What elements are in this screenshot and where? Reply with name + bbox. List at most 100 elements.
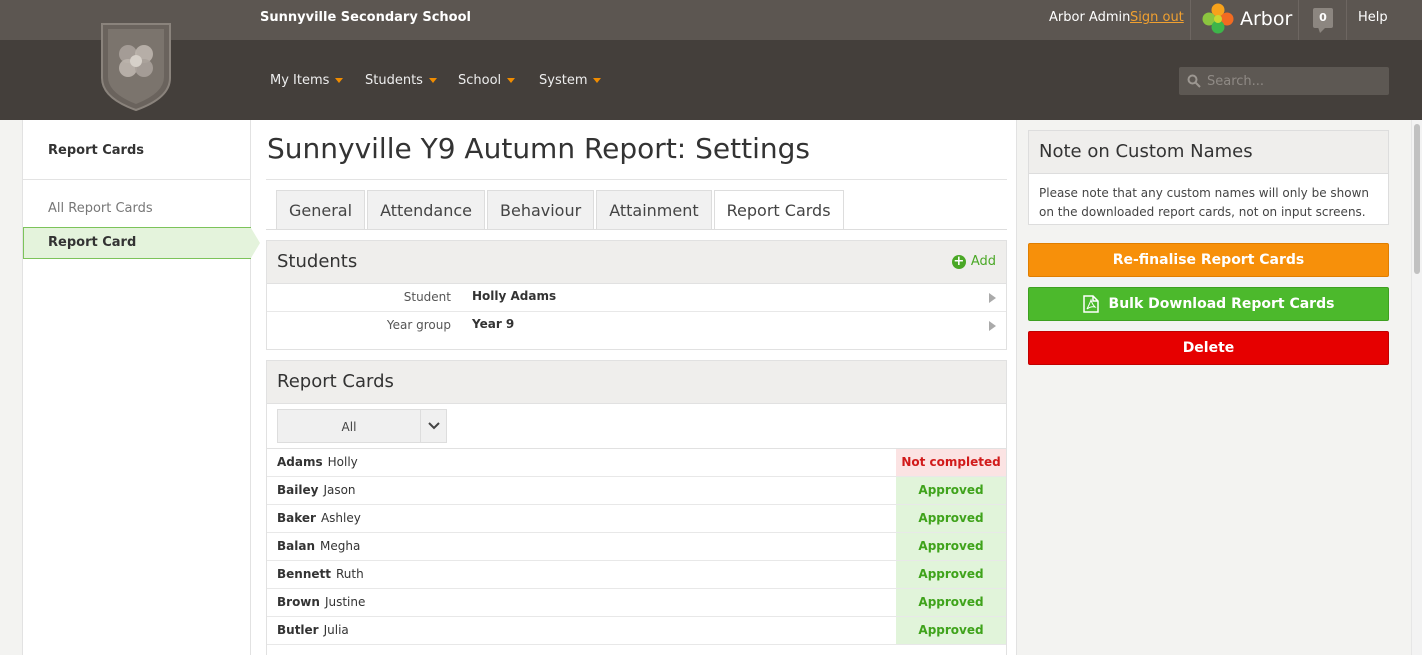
table-row[interactable]: Bennett Ruth Approved bbox=[267, 561, 1006, 589]
table-row[interactable]: Butler Julia Approved bbox=[267, 617, 1006, 645]
note-title: Note on Custom Names bbox=[1029, 131, 1388, 174]
year-group-row[interactable]: Year group Year 9 bbox=[267, 312, 1006, 340]
status-filter-select[interactable]: All bbox=[277, 409, 447, 443]
status-badge: Approved bbox=[896, 617, 1006, 644]
chevron-right-icon bbox=[989, 293, 996, 303]
report-cards-panel-title: Report Cards bbox=[277, 371, 394, 392]
status-badge: Approved bbox=[896, 505, 1006, 532]
student-name: Adams Holly bbox=[277, 455, 358, 469]
report-cards-panel: Report Cards All Adams Holly Not complete… bbox=[266, 360, 1007, 655]
student-label: Student bbox=[403, 290, 451, 304]
button-label: Bulk Download Report Cards bbox=[1108, 296, 1335, 312]
report-cards-list: Adams Holly Not completed Bailey Jason App… bbox=[267, 449, 1006, 645]
sidebar-divider bbox=[23, 179, 251, 180]
nav-label: Students bbox=[365, 73, 423, 88]
students-panel: Students + Add Student Holly Adams Year … bbox=[266, 240, 1007, 350]
bulk-download-report-cards-button[interactable]: Bulk Download Report Cards bbox=[1028, 287, 1389, 321]
nav-label: School bbox=[458, 73, 502, 88]
page-scrollbar[interactable] bbox=[1411, 120, 1422, 655]
nav-system[interactable]: System bbox=[539, 73, 602, 88]
delete-button[interactable]: Delete bbox=[1028, 331, 1389, 365]
student-name: Baker Ashley bbox=[277, 511, 361, 525]
sign-out-link[interactable]: Sign out bbox=[1130, 10, 1184, 25]
student-name: Bennett Ruth bbox=[277, 567, 364, 581]
status-badge: Approved bbox=[896, 561, 1006, 588]
add-student-button[interactable]: + Add bbox=[951, 253, 996, 269]
search-box[interactable] bbox=[1179, 67, 1389, 95]
sidebar-item-report-card[interactable]: Report Card bbox=[23, 227, 261, 259]
table-row[interactable]: Baker Ashley Approved bbox=[267, 505, 1006, 533]
nav-label: My Items bbox=[270, 73, 330, 88]
tab-bar: General Attendance Behaviour Attainment … bbox=[276, 190, 846, 230]
table-row[interactable]: Balan Megha Approved bbox=[267, 533, 1006, 561]
main-content: Sunnyville Y9 Autumn Report: Settings Ge… bbox=[251, 120, 1017, 655]
search-input[interactable] bbox=[1207, 73, 1377, 89]
status-badge: Approved bbox=[896, 533, 1006, 560]
caret-down-icon bbox=[593, 78, 602, 83]
status-badge: Approved bbox=[896, 589, 1006, 616]
sidebar-item-all-report-cards[interactable]: All Report Cards bbox=[48, 201, 153, 216]
scrollbar-thumb[interactable] bbox=[1414, 124, 1420, 274]
nav-students[interactable]: Students bbox=[365, 73, 437, 88]
year-group-label: Year group bbox=[386, 318, 451, 332]
report-cards-panel-header: Report Cards bbox=[267, 361, 1006, 404]
button-label: Re-finalise Report Cards bbox=[1112, 252, 1305, 268]
button-label: Delete bbox=[1182, 340, 1235, 356]
nav-bar: My Items Students School System bbox=[0, 40, 1422, 120]
left-sidebar: Report Cards All Report Cards Report Car… bbox=[22, 120, 261, 655]
chevron-right-icon bbox=[989, 321, 996, 331]
students-panel-header: Students + Add bbox=[267, 241, 1006, 284]
student-name: Bailey Jason bbox=[277, 483, 356, 497]
nav-my-items[interactable]: My Items bbox=[270, 73, 344, 88]
status-badge: Approved bbox=[896, 477, 1006, 504]
student-row[interactable]: Student Holly Adams bbox=[267, 284, 1006, 312]
top-bar: Sunnyville Secondary School Arbor Admin … bbox=[0, 0, 1422, 40]
help-link[interactable]: Help bbox=[1358, 10, 1388, 25]
nav-label: System bbox=[539, 73, 588, 88]
refinalise-report-cards-button[interactable]: Re-finalise Report Cards bbox=[1028, 243, 1389, 277]
table-row[interactable]: Brown Justine Approved bbox=[267, 589, 1006, 617]
sidebar-heading: Report Cards bbox=[48, 143, 144, 158]
search-icon bbox=[1187, 74, 1201, 88]
table-row[interactable]: Adams Holly Not completed bbox=[267, 449, 1006, 477]
notifications-badge[interactable]: 0 bbox=[1313, 8, 1333, 28]
student-name: Brown Justine bbox=[277, 595, 366, 609]
tab-attainment[interactable]: Attainment bbox=[596, 190, 712, 230]
filter-bar: All bbox=[267, 404, 1006, 449]
plus-circle-icon: + bbox=[951, 253, 966, 269]
user-name: Arbor Admin bbox=[1049, 10, 1131, 25]
page-title: Sunnyville Y9 Autumn Report: Settings bbox=[267, 132, 810, 165]
caret-down-icon bbox=[335, 78, 344, 83]
filter-value: All bbox=[341, 420, 357, 434]
table-row[interactable]: Bailey Jason Approved bbox=[267, 477, 1006, 505]
school-crest-logo[interactable] bbox=[99, 20, 173, 112]
title-divider bbox=[266, 179, 1007, 180]
tab-divider bbox=[266, 229, 1007, 230]
status-badge: Not completed bbox=[896, 449, 1006, 476]
tab-report-cards[interactable]: Report Cards bbox=[713, 190, 844, 230]
student-name: Butler Julia bbox=[277, 623, 349, 637]
pdf-file-icon bbox=[1082, 295, 1099, 313]
tab-general[interactable]: General bbox=[276, 190, 366, 230]
divider bbox=[1190, 0, 1191, 40]
arbor-logo[interactable]: Arbor bbox=[1200, 2, 1292, 36]
divider bbox=[1298, 0, 1299, 40]
student-value: Holly Adams bbox=[472, 289, 557, 303]
student-name: Balan Megha bbox=[277, 539, 361, 553]
arbor-leaves-icon bbox=[1202, 3, 1234, 34]
note-body: Please note that any custom names will o… bbox=[1039, 186, 1370, 219]
caret-down-icon bbox=[428, 78, 437, 83]
custom-names-note: Note on Custom Names Please note that an… bbox=[1028, 130, 1389, 225]
speech-tail-icon bbox=[1318, 27, 1326, 33]
arbor-wordmark: Arbor bbox=[1240, 8, 1293, 30]
school-name: Sunnyville Secondary School bbox=[260, 10, 471, 25]
nav-school[interactable]: School bbox=[458, 73, 516, 88]
divider bbox=[1346, 0, 1347, 40]
year-group-value: Year 9 bbox=[472, 317, 515, 331]
chevron-down-icon bbox=[420, 410, 446, 442]
right-column: Note on Custom Names Please note that an… bbox=[1017, 120, 1411, 655]
tab-behaviour[interactable]: Behaviour bbox=[487, 190, 595, 230]
add-label: Add bbox=[970, 254, 996, 269]
tab-attendance[interactable]: Attendance bbox=[367, 190, 485, 230]
caret-down-icon bbox=[507, 78, 516, 83]
